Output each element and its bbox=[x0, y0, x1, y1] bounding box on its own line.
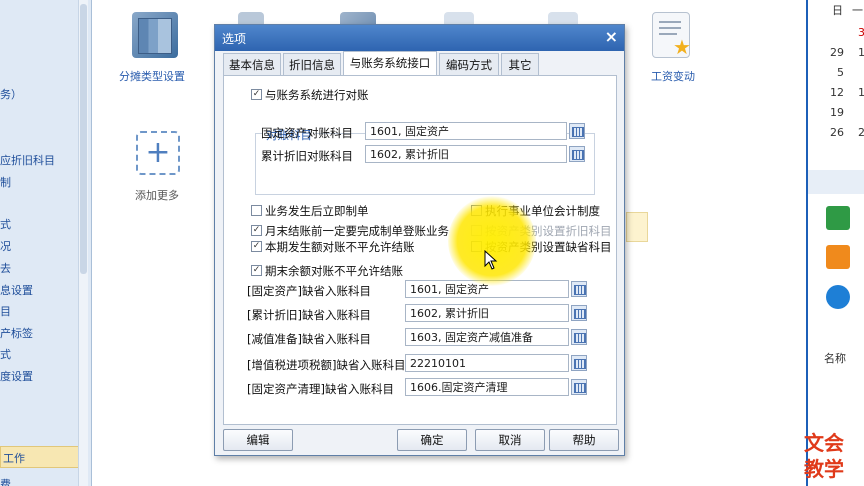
calendar-day[interactable]: 19 bbox=[830, 106, 844, 119]
desktop-icon-label[interactable]: 工资变动 bbox=[651, 68, 695, 84]
edit-button[interactable]: 编辑 bbox=[223, 429, 293, 451]
calendar-header: 一 bbox=[852, 4, 863, 17]
month-end-posting-checkbox[interactable]: ✓ bbox=[251, 225, 262, 236]
tab-ledger-interface[interactable]: 与账务系统接口 bbox=[343, 51, 437, 76]
field-label: [固定资产清理]缺省入账科目 bbox=[247, 382, 394, 396]
panel-divider bbox=[808, 170, 864, 194]
fixed-asset-reconcile-account-input[interactable]: 1601, 固定资产 bbox=[365, 122, 567, 140]
depreciation-default-account-input[interactable]: 1602, 累计折旧 bbox=[405, 304, 569, 322]
document-icon[interactable] bbox=[826, 245, 850, 269]
tab-coding-scheme[interactable]: 编码方式 bbox=[439, 53, 499, 75]
sidebar-item[interactable]: 务） bbox=[0, 86, 22, 102]
sidebar-item[interactable]: 式 bbox=[0, 216, 11, 232]
calendar-day[interactable]: 12 bbox=[830, 86, 844, 99]
table-lookup-icon[interactable] bbox=[571, 281, 587, 297]
checkbox-label: 按资产类别设置折旧科目 bbox=[485, 224, 612, 238]
options-dialog: 选项 × 基本信息 折旧信息 与账务系统接口 编码方式 其它 ✓ 与账务系统进行… bbox=[214, 24, 625, 456]
sidebar-item[interactable]: 式 bbox=[0, 346, 11, 362]
category-default-account-checkbox[interactable] bbox=[471, 241, 482, 252]
immediate-voucher-checkbox[interactable] bbox=[251, 205, 262, 216]
add-more-label[interactable]: 添加更多 bbox=[135, 187, 179, 203]
checkbox-label: 业务发生后立即制单 bbox=[265, 204, 369, 218]
column-header: 名称 bbox=[824, 352, 846, 365]
note-tile bbox=[626, 212, 648, 242]
table-lookup-icon[interactable] bbox=[571, 379, 587, 395]
impairment-default-account-input[interactable]: 1603, 固定资产减值准备 bbox=[405, 328, 569, 346]
ok-button[interactable]: 确定 bbox=[397, 429, 467, 451]
asset-disposal-default-account-input[interactable]: 1606.固定资产清理 bbox=[405, 378, 569, 396]
period-amount-mismatch-checkbox[interactable]: ✓ bbox=[251, 241, 262, 252]
field-label: [增值税进项税额]缺省入账科目 bbox=[247, 358, 406, 372]
watermark-line: 文会 bbox=[804, 431, 844, 455]
calendar-day[interactable]: 1 bbox=[858, 86, 864, 99]
category-depreciation-account-checkbox[interactable] bbox=[471, 225, 482, 236]
checkbox-label: 月末结账前一定要完成制单登账业务 bbox=[265, 224, 449, 238]
sidebar-item[interactable]: 况 bbox=[0, 238, 11, 254]
books-icon[interactable] bbox=[132, 12, 178, 58]
checkbox-label: 按资产类别设置缺省科目 bbox=[485, 240, 612, 254]
briefcase-icon[interactable] bbox=[826, 206, 850, 230]
calendar-day[interactable]: 5 bbox=[837, 66, 844, 79]
desktop-icon-label[interactable]: 分摊类型设置 bbox=[119, 68, 185, 84]
field-label: 累计折旧对账科目 bbox=[261, 149, 353, 163]
table-lookup-icon[interactable] bbox=[571, 355, 587, 371]
sidebar-item[interactable]: 息设置 bbox=[0, 282, 33, 298]
watermark-line: 教学 bbox=[804, 457, 844, 481]
checkbox-label: 与账务系统进行对账 bbox=[265, 88, 369, 102]
fixed-asset-default-account-input[interactable]: 1601, 固定资产 bbox=[405, 280, 569, 298]
calendar-day[interactable]: 26 bbox=[830, 126, 844, 139]
public-institution-accounting-checkbox[interactable] bbox=[471, 205, 482, 216]
field-label: [累计折旧]缺省入账科目 bbox=[247, 308, 371, 322]
calendar-day[interactable]: 29 bbox=[830, 46, 844, 59]
scrollbar-thumb[interactable] bbox=[80, 4, 87, 274]
calendar-day[interactable]: 1 bbox=[858, 46, 864, 59]
chat-bubble-icon[interactable] bbox=[826, 285, 850, 309]
input-vat-default-account-input[interactable]: 22210101 bbox=[405, 354, 569, 372]
plus-icon[interactable]: + bbox=[136, 131, 180, 175]
table-lookup-icon[interactable] bbox=[569, 146, 585, 162]
dialog-titlebar[interactable]: 选项 × bbox=[215, 25, 624, 51]
tab-depreciation-info[interactable]: 折旧信息 bbox=[283, 53, 341, 75]
mouse-pointer-icon bbox=[484, 250, 498, 270]
sidebar-item[interactable]: 应折旧科目 bbox=[0, 152, 55, 168]
sidebar-item[interactable]: 制 bbox=[0, 174, 11, 190]
sidebar-scrollbar[interactable] bbox=[78, 0, 88, 486]
calendar-day[interactable]: 2 bbox=[858, 126, 864, 139]
sidebar-item-label: 工作 bbox=[3, 452, 25, 465]
ending-balance-mismatch-checkbox[interactable]: ✓ bbox=[251, 265, 262, 276]
table-lookup-icon[interactable] bbox=[571, 329, 587, 345]
depreciation-reconcile-account-input[interactable]: 1602, 累计折旧 bbox=[365, 145, 567, 163]
table-lookup-icon[interactable] bbox=[571, 305, 587, 321]
field-label: [固定资产]缺省入账科目 bbox=[247, 284, 371, 298]
calendar-day-weekend[interactable]: 3 bbox=[858, 26, 864, 39]
sidebar-item-active[interactable]: 工作 bbox=[0, 446, 86, 468]
sidebar-item[interactable]: 去 bbox=[0, 260, 11, 276]
dialog-title: 选项 bbox=[222, 32, 247, 46]
ledger-reconcile-checkbox[interactable]: ✓ bbox=[251, 89, 262, 100]
table-lookup-icon[interactable] bbox=[569, 123, 585, 139]
right-calendar-panel: 日 一 29 5 12 19 26 3 1 1 2 名称 bbox=[806, 0, 864, 486]
sidebar-item[interactable]: 产标签 bbox=[0, 325, 33, 341]
calendar-header: 日 bbox=[832, 4, 843, 17]
field-label: 固定资产对账科目 bbox=[261, 126, 353, 140]
sidebar-item[interactable]: 目 bbox=[0, 303, 11, 319]
field-label: [减值准备]缺省入账科目 bbox=[247, 332, 371, 346]
tab-other[interactable]: 其它 bbox=[501, 53, 539, 75]
channel-watermark: 文会 教学 bbox=[796, 430, 852, 482]
sidebar-item[interactable]: 费 bbox=[0, 476, 11, 486]
checkbox-label: 执行事业单位会计制度 bbox=[485, 204, 600, 218]
checkbox-label: 本期发生额对账不平允许结账 bbox=[265, 240, 415, 254]
tab-basic-info[interactable]: 基本信息 bbox=[223, 53, 281, 75]
cancel-button[interactable]: 取消 bbox=[475, 429, 545, 451]
document-star-icon[interactable]: ★ bbox=[652, 12, 691, 58]
sidebar-item[interactable]: 度设置 bbox=[0, 368, 33, 384]
checkbox-label: 期末余额对账不平允许结账 bbox=[265, 264, 403, 278]
close-icon[interactable]: × bbox=[605, 27, 618, 46]
help-button[interactable]: 帮助 bbox=[549, 429, 619, 451]
